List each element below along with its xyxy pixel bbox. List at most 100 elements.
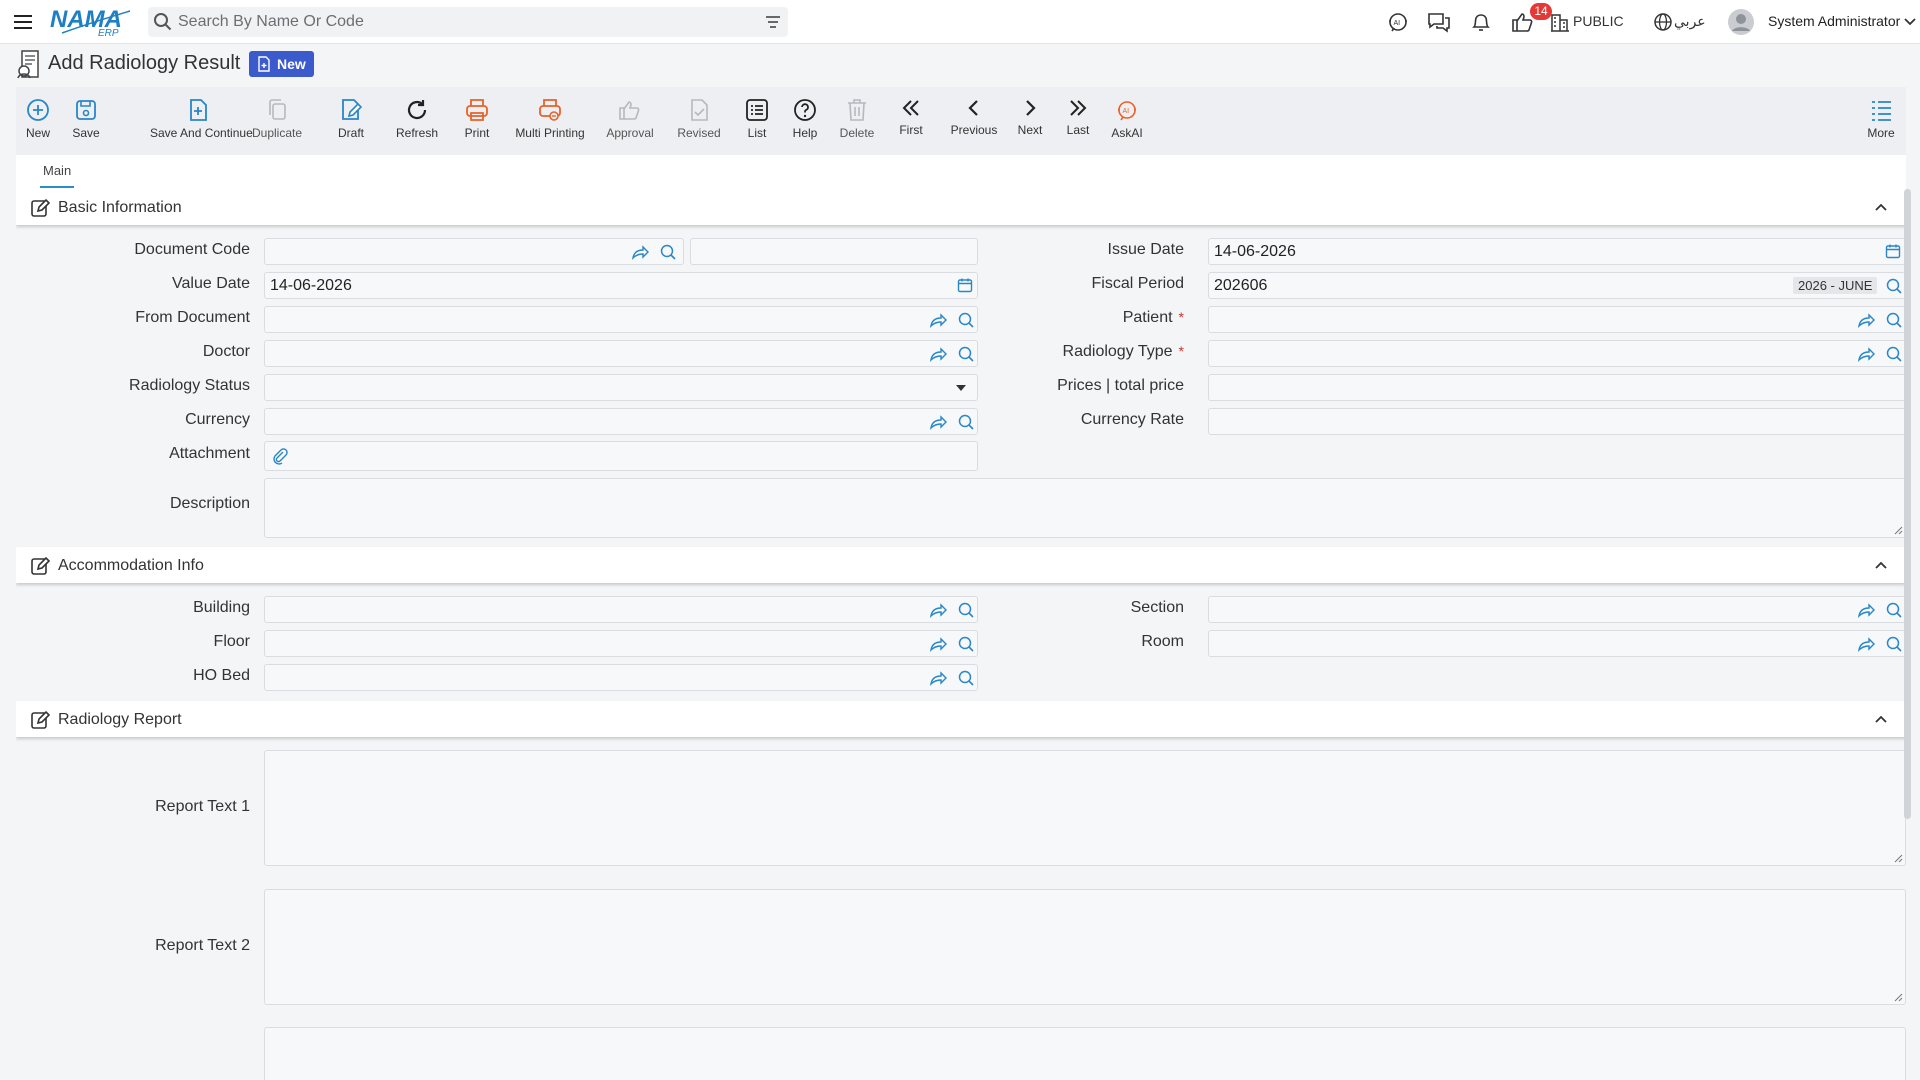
document-code-secondary-field[interactable] (690, 238, 978, 265)
new-button[interactable]: New (26, 87, 50, 155)
open-link-icon[interactable] (929, 413, 947, 431)
search-input[interactable] (178, 7, 738, 37)
previous-button[interactable]: Previous (951, 87, 997, 155)
delete-button[interactable]: Delete (840, 87, 874, 155)
bell-icon[interactable] (1468, 9, 1494, 35)
save-button[interactable]: Save (72, 87, 100, 155)
resize-grip-icon[interactable] (1893, 992, 1903, 1002)
dropdown-caret-icon[interactable] (955, 383, 967, 393)
report-text-1-textarea[interactable] (264, 750, 1906, 866)
save-icon (73, 97, 99, 123)
more-button-label: More (1867, 126, 1895, 140)
lookup-search-icon[interactable] (1885, 601, 1903, 619)
open-link-icon[interactable] (929, 601, 947, 619)
from-document-field[interactable] (264, 306, 978, 333)
open-link-icon[interactable] (1857, 601, 1875, 619)
collapse-chevron-icon[interactable] (1874, 200, 1888, 214)
building-label: Building (193, 599, 250, 616)
lookup-search-icon[interactable] (1885, 345, 1903, 363)
lookup-search-icon[interactable] (659, 243, 677, 261)
document-code-field[interactable] (264, 238, 684, 265)
lookup-search-icon[interactable] (957, 669, 975, 687)
report-text-2-textarea[interactable] (264, 889, 1906, 1005)
fiscal-period-field[interactable]: 202606 2026 - JUNE (1208, 272, 1906, 299)
list-button[interactable]: List (745, 87, 769, 155)
menu-icon[interactable] (13, 12, 33, 32)
patient-field[interactable] (1208, 306, 1906, 333)
radiology-type-field[interactable] (1208, 340, 1906, 367)
calendar-icon[interactable] (957, 277, 973, 293)
multi-printing-button[interactable]: Multi Printing (515, 87, 585, 155)
open-link-icon[interactable] (631, 243, 649, 261)
chevron-down-icon (1903, 15, 1917, 29)
room-field[interactable] (1208, 630, 1906, 657)
issue-date-field[interactable]: 14-06-2026 (1208, 238, 1906, 265)
open-link-icon[interactable] (929, 345, 947, 363)
first-button[interactable]: First (898, 87, 924, 155)
value-date-field[interactable]: 14-06-2026 (264, 272, 978, 299)
currency-rate-field[interactable] (1208, 408, 1906, 435)
help-button[interactable]: Help (792, 87, 818, 155)
open-link-icon[interactable] (929, 669, 947, 687)
multi-printing-button-label: Multi Printing (515, 126, 585, 140)
collapse-chevron-icon[interactable] (1874, 712, 1888, 726)
save-continue-button[interactable]: Save And Continue (150, 87, 253, 155)
section-header-basic-information[interactable]: Basic Information (16, 189, 1906, 225)
paperclip-icon[interactable] (271, 447, 289, 465)
revised-button[interactable]: Revised (677, 87, 721, 155)
calendar-icon[interactable] (1885, 243, 1901, 259)
lookup-search-icon[interactable] (957, 601, 975, 619)
ai-support-icon[interactable]: AI (1385, 9, 1411, 35)
ho-bed-field[interactable] (264, 664, 978, 691)
collapse-chevron-icon[interactable] (1874, 558, 1888, 572)
lookup-search-icon[interactable] (957, 635, 975, 653)
doctor-field[interactable] (264, 340, 978, 367)
report-text-3-textarea[interactable] (264, 1027, 1906, 1080)
open-link-icon[interactable] (929, 311, 947, 329)
status-badge: New (249, 51, 314, 77)
lookup-search-icon[interactable] (1885, 311, 1903, 329)
resize-grip-icon[interactable] (1893, 853, 1903, 863)
lookup-search-icon[interactable] (1885, 635, 1903, 653)
description-textarea[interactable] (264, 478, 1906, 538)
language-switch[interactable]: عربي (1674, 13, 1706, 30)
patient-label: Patient * (1122, 309, 1184, 326)
open-link-icon[interactable] (1857, 345, 1875, 363)
approval-button[interactable]: Approval (606, 87, 654, 155)
building-icon[interactable] (1549, 11, 1575, 37)
radiology-status-label: Radiology Status (129, 377, 250, 394)
resize-grip-icon[interactable] (1893, 525, 1903, 535)
attachment-field[interactable] (264, 441, 978, 471)
more-button[interactable]: More (1867, 87, 1895, 155)
form-scrollbar[interactable] (1904, 189, 1911, 819)
lookup-search-icon[interactable] (957, 413, 975, 431)
lookup-search-icon[interactable] (1885, 277, 1903, 295)
building-field[interactable] (264, 596, 978, 623)
ask-ai-button[interactable]: AI AskAI (1111, 87, 1143, 155)
print-button[interactable]: Print (462, 87, 492, 155)
company-label[interactable]: PUBLIC (1573, 13, 1624, 29)
floor-field[interactable] (264, 630, 978, 657)
section-field[interactable] (1208, 596, 1906, 623)
tab-main[interactable]: Main (40, 163, 75, 188)
section-header-accommodation-info[interactable]: Accommodation Info (16, 547, 1906, 583)
draft-button[interactable]: Draft (338, 87, 364, 155)
currency-field[interactable] (264, 408, 978, 435)
open-link-icon[interactable] (1857, 635, 1875, 653)
nama-logo[interactable]: NAMA ERP (50, 5, 132, 37)
duplicate-button[interactable]: Duplicate (252, 87, 302, 155)
chat-icon[interactable] (1426, 9, 1452, 35)
refresh-button[interactable]: Refresh (396, 87, 438, 155)
section-header-radiology-report[interactable]: Radiology Report (16, 701, 1906, 737)
next-icon (1017, 95, 1043, 121)
last-button[interactable]: Last (1065, 87, 1091, 155)
prices-total-field[interactable] (1208, 374, 1906, 401)
lookup-search-icon[interactable] (957, 345, 975, 363)
filter-icon[interactable] (764, 13, 782, 31)
radiology-status-select[interactable] (264, 374, 978, 401)
next-button[interactable]: Next (1017, 87, 1043, 155)
lookup-search-icon[interactable] (957, 311, 975, 329)
open-link-icon[interactable] (929, 635, 947, 653)
user-menu[interactable]: System Administrator (1728, 7, 1918, 37)
open-link-icon[interactable] (1857, 311, 1875, 329)
